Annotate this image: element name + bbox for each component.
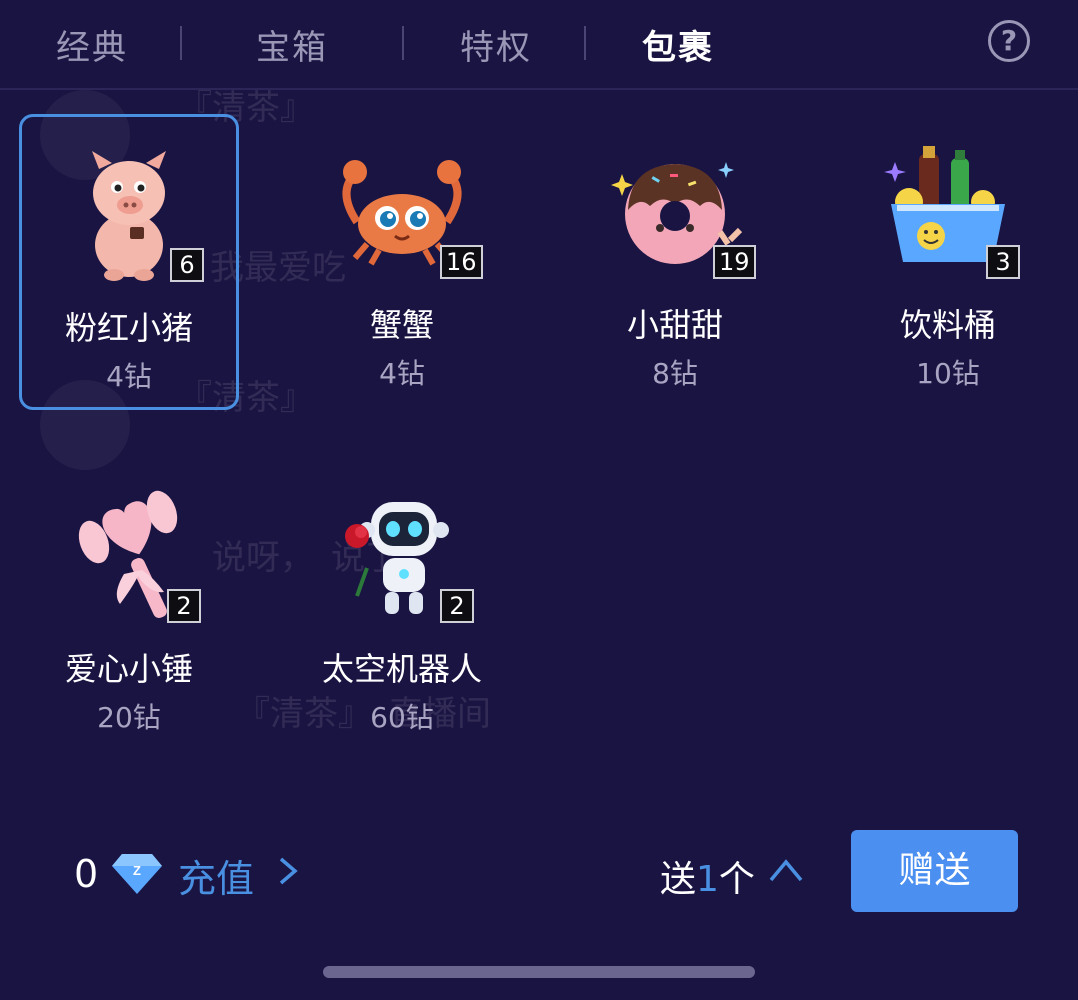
gift-name: 爱心小锤 bbox=[64, 650, 193, 688]
tab-privilege[interactable]: 特权 bbox=[460, 20, 532, 69]
tab-divider bbox=[584, 26, 586, 60]
diamond-balance: 0 bbox=[74, 852, 99, 896]
send-suffix: 个 bbox=[718, 859, 755, 900]
send-gift-button[interactable]: 赠送 bbox=[851, 830, 1018, 912]
gift-item-pig[interactable]: 6 粉红小猪 4钻 bbox=[19, 114, 239, 410]
gift-price: 10钻 bbox=[916, 357, 980, 390]
svg-text:Z: Z bbox=[133, 863, 141, 878]
gift-name: 小甜甜 bbox=[626, 306, 723, 344]
send-quantity: 送1个 bbox=[660, 850, 755, 902]
quantity-badge: 16 bbox=[440, 245, 483, 279]
gift-price: 4钻 bbox=[106, 360, 152, 393]
gift-name: 太空机器人 bbox=[321, 650, 482, 688]
gift-item-donut[interactable]: 19 小甜甜 8钻 bbox=[565, 114, 785, 410]
chevron-up-icon[interactable] bbox=[768, 856, 804, 884]
gift-price: 8钻 bbox=[652, 357, 698, 390]
gift-item-drink-bucket[interactable]: 3 饮料桶 10钻 bbox=[838, 114, 1058, 410]
send-count-value[interactable]: 1 bbox=[696, 859, 719, 900]
tab-divider bbox=[402, 26, 404, 60]
gift-price: 4钻 bbox=[379, 357, 425, 390]
quantity-badge: 3 bbox=[986, 245, 1020, 279]
gift-name: 粉红小猪 bbox=[64, 309, 193, 347]
gift-item-crab[interactable]: 16 蟹蟹 4钻 bbox=[292, 114, 512, 410]
tab-package[interactable]: 包裹 bbox=[642, 20, 714, 69]
quantity-badge: 2 bbox=[167, 589, 201, 623]
quantity-badge: 19 bbox=[713, 245, 756, 279]
gift-name: 蟹蟹 bbox=[369, 306, 434, 344]
tab-classic[interactable]: 经典 bbox=[56, 20, 128, 69]
diamond-icon: Z bbox=[112, 852, 162, 894]
gift-price: 60钻 bbox=[370, 701, 434, 734]
chevron-right-icon[interactable] bbox=[276, 856, 300, 886]
gift-item-heart-hammer[interactable]: 2 爱心小锤 20钻 bbox=[19, 458, 239, 754]
send-prefix: 送 bbox=[660, 859, 697, 900]
gift-item-robot[interactable]: 2 太空机器人 60钻 bbox=[292, 458, 512, 754]
quantity-badge: 6 bbox=[170, 248, 204, 282]
tab-treasure-box[interactable]: 宝箱 bbox=[256, 20, 328, 69]
question-circle-icon[interactable]: ? bbox=[988, 20, 1030, 62]
gift-price: 20钻 bbox=[97, 701, 161, 734]
quantity-badge: 2 bbox=[440, 589, 474, 623]
gift-name: 饮料桶 bbox=[899, 306, 996, 344]
tab-bar: 经典 宝箱 特权 包裹 ? bbox=[0, 0, 1078, 90]
recharge-link[interactable]: 充值 bbox=[178, 848, 254, 903]
tab-divider bbox=[180, 26, 182, 60]
home-indicator[interactable] bbox=[323, 966, 755, 978]
